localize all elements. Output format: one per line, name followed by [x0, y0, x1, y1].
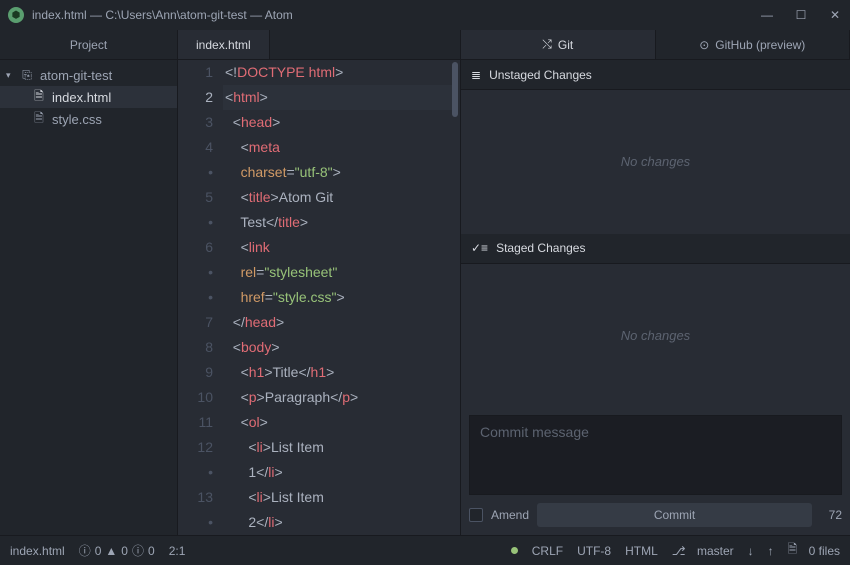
staged-body: No changes [461, 264, 850, 408]
char-count: 72 [820, 508, 842, 522]
file-icon: 🗎 [30, 87, 48, 108]
status-encoding[interactable]: UTF-8 [577, 544, 611, 558]
tree-file-label: style.css [52, 112, 102, 127]
branch-icon: ⎇ [672, 544, 686, 558]
error-count: 0 [95, 544, 102, 558]
git-compare-icon: ⤭ [542, 37, 552, 52]
status-grammar[interactable]: HTML [625, 544, 658, 558]
tab-github[interactable]: ⊙ GitHub (preview) [656, 30, 850, 59]
unstaged-body: No changes [461, 90, 850, 234]
title-bar: ⬢ index.html — C:\Users\Ann\atom-git-tes… [0, 0, 850, 30]
commit-button-label: Commit [654, 508, 695, 522]
maximize-button[interactable]: ☐ [794, 8, 808, 22]
git-panel: ⤭ Git ⊙ GitHub (preview) ≣ Unstaged Chan… [461, 30, 850, 535]
status-line-ending[interactable]: CRLF [532, 544, 563, 558]
github-icon: ⊙ [699, 38, 709, 52]
encoding-label: UTF-8 [577, 544, 611, 558]
tree-file-index[interactable]: 🗎 index.html [0, 86, 177, 108]
editor-tab-bar: index.html [178, 30, 460, 60]
tree-root[interactable]: ▾ ⎘ atom-git-test [0, 64, 177, 86]
status-push[interactable]: ↑ [768, 544, 774, 558]
chevron-down-icon: ▾ [6, 70, 18, 81]
tab-github-label: GitHub (preview) [715, 38, 805, 52]
error-icon: ⓘ [79, 542, 91, 559]
tree-root-label: atom-git-test [40, 68, 112, 83]
file-icon: 🗎 [30, 109, 48, 130]
files-count-label: 0 files [809, 544, 840, 558]
grammar-label: HTML [625, 544, 658, 558]
warning-icon: ▲ [105, 544, 117, 558]
code-content: <!DOCTYPE html> <html> <head> <meta char… [223, 60, 460, 535]
staged-header-label: Staged Changes [496, 241, 585, 255]
amend-label: Amend [491, 508, 529, 522]
file-tree: ▾ ⎘ atom-git-test 🗎 index.html 🗎 style.c… [0, 60, 177, 130]
atom-app-icon: ⬢ [8, 7, 24, 23]
commit-controls: Amend Commit 72 [461, 503, 850, 535]
tree-file-style[interactable]: 🗎 style.css [0, 108, 177, 130]
unstaged-header[interactable]: ≣ Unstaged Changes [461, 60, 850, 90]
editor-tab-label: index.html [196, 38, 251, 52]
arrow-down-icon: ↓ [748, 544, 754, 558]
tree-file-label: index.html [52, 90, 111, 105]
status-file-label: index.html [10, 544, 65, 558]
status-changed-files[interactable]: 🗎 0 files [788, 540, 840, 561]
info-icon: ⓘ [132, 542, 144, 559]
file-icon: 🗎 [788, 540, 798, 561]
tab-git[interactable]: ⤭ Git [461, 30, 656, 59]
no-changes-text: No changes [621, 328, 690, 343]
gutter: 1234 56 78 9101112 13 [178, 60, 223, 535]
branch-label: master [697, 544, 734, 558]
scrollbar-vertical[interactable] [452, 62, 458, 117]
warning-count: 0 [121, 544, 128, 558]
status-diagnostics[interactable]: ⓘ0 ▲0 ⓘ0 [79, 542, 155, 559]
arrow-up-icon: ↑ [768, 544, 774, 558]
commit-message-input[interactable]: Commit message [469, 415, 842, 495]
status-branch[interactable]: ⎇ master [672, 544, 734, 558]
line-ending-label: CRLF [532, 544, 563, 558]
status-cursor[interactable]: 2:1 [169, 544, 186, 558]
amend-checkbox[interactable] [469, 508, 483, 522]
editor-tab[interactable]: index.html [178, 30, 270, 59]
unstaged-header-label: Unstaged Changes [489, 68, 592, 82]
status-file[interactable]: index.html [10, 544, 65, 558]
git-tab-bar: ⤭ Git ⊙ GitHub (preview) [461, 30, 850, 60]
repo-icon: ⎘ [18, 68, 36, 83]
code-editor[interactable]: 1234 56 78 9101112 13 <!DOCTYPE html> <h… [178, 60, 460, 535]
staged-header[interactable]: ✓≡ Staged Changes [461, 234, 850, 264]
status-bar: index.html ⓘ0 ▲0 ⓘ0 2:1 CRLF UTF-8 HTML … [0, 535, 850, 565]
project-header: Project [0, 30, 177, 60]
status-clean-indicator [511, 547, 518, 554]
close-button[interactable]: ✕ [828, 8, 842, 22]
editor-panel: index.html 1234 56 78 9101112 13 <!DOCTY… [178, 30, 461, 535]
no-changes-text: No changes [621, 154, 690, 169]
commit-button[interactable]: Commit [537, 503, 812, 527]
minimize-button[interactable]: — [760, 8, 774, 22]
commit-placeholder: Commit message [480, 424, 589, 440]
window-title: index.html — C:\Users\Ann\atom-git-test … [32, 8, 293, 22]
tab-git-label: Git [558, 38, 573, 52]
checklist-icon: ✓≡ [471, 241, 488, 255]
info-count: 0 [148, 544, 155, 558]
list-icon: ≣ [471, 68, 481, 82]
cursor-pos: 2:1 [169, 544, 186, 558]
dot-green-icon [511, 547, 518, 554]
status-fetch[interactable]: ↓ [748, 544, 754, 558]
project-panel: Project ▾ ⎘ atom-git-test 🗎 index.html 🗎… [0, 30, 178, 535]
